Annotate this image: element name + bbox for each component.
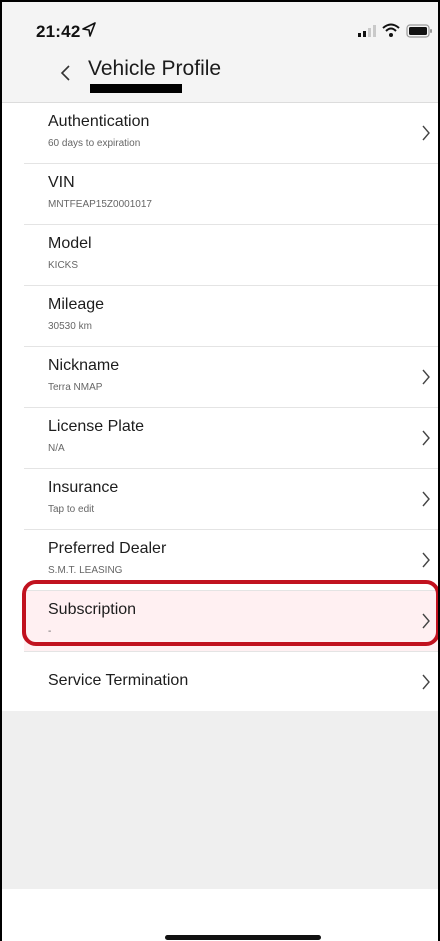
signal-icon: [358, 25, 376, 37]
chevron-right-icon: [422, 491, 430, 507]
list-item-model: Model KICKS: [24, 225, 438, 286]
row-subtitle: 60 days to expiration: [48, 138, 141, 149]
row-label: Service Termination: [48, 672, 189, 689]
list-item-subscription[interactable]: Subscription -: [24, 591, 438, 652]
row-label: License Plate: [48, 418, 145, 435]
vehicle-profile-list: Authentication 60 days to expiration VIN…: [2, 103, 438, 713]
chevron-left-icon[interactable]: [58, 60, 72, 86]
page-title: Vehicle Profile: [88, 57, 222, 80]
row-label: Authentication: [48, 113, 150, 130]
empty-background: [2, 711, 438, 889]
status-time: 21:42: [36, 22, 81, 41]
list-item-license-plate[interactable]: License Plate N/A: [24, 408, 438, 469]
list-item-service-termination[interactable]: Service Termination: [24, 652, 438, 713]
row-label: Model: [48, 235, 92, 252]
chevron-right-icon: [422, 674, 430, 690]
list-item-vin: VIN MNTFEAP15Z0001017: [24, 164, 438, 225]
row-label: Subscription: [48, 601, 137, 618]
row-label: VIN: [48, 174, 75, 191]
row-subtitle: MNTFEAP15Z0001017: [48, 199, 152, 210]
row-subtitle: KICKS: [48, 260, 79, 271]
row-subtitle: Tap to edit: [48, 504, 95, 515]
bottom-bar: [2, 889, 438, 941]
list-item-mileage: Mileage 30530 km: [24, 286, 438, 347]
list-item-nickname[interactable]: Nickname Terra NMAP: [24, 347, 438, 408]
wifi-icon: [382, 23, 400, 37]
row-subtitle: Terra NMAP: [48, 382, 103, 393]
row-subtitle: N/A: [48, 443, 65, 454]
row-label: Nickname: [48, 357, 120, 374]
row-label: Preferred Dealer: [48, 540, 167, 557]
chevron-right-icon: [422, 369, 430, 385]
list-item-authentication[interactable]: Authentication 60 days to expiration: [24, 103, 438, 164]
list-item-insurance[interactable]: Insurance Tap to edit: [24, 469, 438, 530]
phone-screen: 21:42 Vehicle Profile Authentication 60 …: [0, 0, 440, 941]
row-label: Mileage: [48, 296, 105, 313]
chevron-right-icon: [422, 125, 430, 141]
chevron-right-icon: [422, 552, 430, 568]
redaction-bar: [90, 84, 182, 93]
battery-icon: [406, 24, 432, 38]
status-bar: 21:42: [2, 2, 438, 52]
location-arrow-icon: [82, 22, 96, 37]
chevron-right-icon: [422, 613, 430, 629]
list-item-preferred-dealer[interactable]: Preferred Dealer S.M.T. LEASING: [24, 530, 438, 591]
home-indicator[interactable]: [165, 935, 321, 940]
chevron-right-icon: [422, 430, 430, 446]
row-subtitle: S.M.T. LEASING: [48, 565, 123, 576]
row-subtitle: -: [48, 626, 52, 637]
row-subtitle: 30530 km: [48, 321, 92, 332]
row-label: Insurance: [48, 479, 119, 496]
navigation-bar: Vehicle Profile: [2, 52, 438, 103]
